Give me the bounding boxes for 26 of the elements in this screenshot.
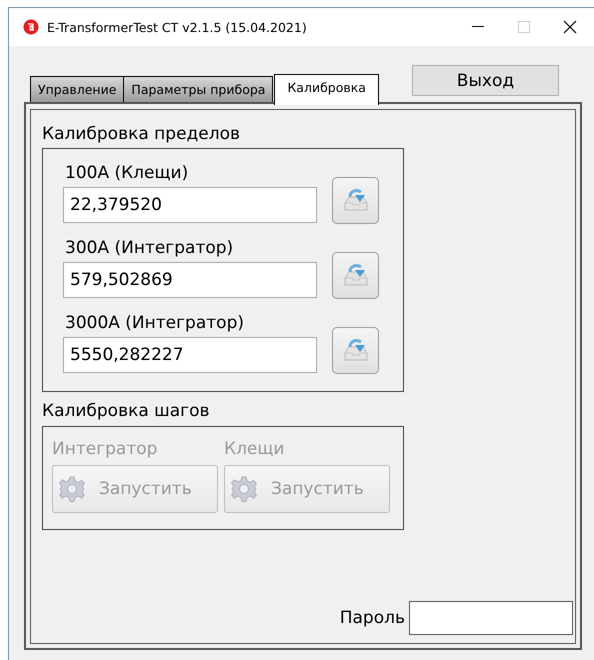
password-field[interactable] (409, 601, 573, 635)
minimize-icon (472, 26, 484, 28)
group-title: Калибровка шагов (42, 401, 211, 423)
save-button[interactable] (332, 252, 379, 299)
window-title: E-TransformerTest CT v2.1.5 (15.04.2021) (47, 20, 308, 34)
input-field[interactable]: 22,379520 (63, 186, 317, 222)
field-label: Интегратор (52, 438, 158, 461)
tab[interactable]: Калибровка (274, 74, 379, 105)
gear-icon (231, 476, 257, 502)
gear-icon (59, 476, 85, 502)
field-label: 100A (Клещи) (65, 162, 190, 185)
password-label: Пароль (340, 608, 405, 628)
field-label: 300A (Интегратор) (65, 237, 234, 260)
save-button[interactable] (332, 327, 379, 374)
field-label: Клещи (224, 438, 286, 461)
input-field[interactable]: 579,502869 (63, 262, 317, 298)
tab[interactable]: Управление (30, 76, 124, 102)
close-icon (563, 20, 577, 34)
save-button[interactable] (332, 177, 379, 224)
group-title: Калибровка пределов (42, 124, 242, 146)
maximize-icon (518, 21, 530, 33)
exit-button[interactable]: Выход (412, 65, 559, 96)
app-logo-icon (23, 19, 39, 35)
field-label: 3000A (Интегратор) (65, 312, 245, 335)
input-field[interactable]: 5550,282227 (63, 336, 317, 372)
tab[interactable]: Параметры прибора (123, 76, 274, 102)
